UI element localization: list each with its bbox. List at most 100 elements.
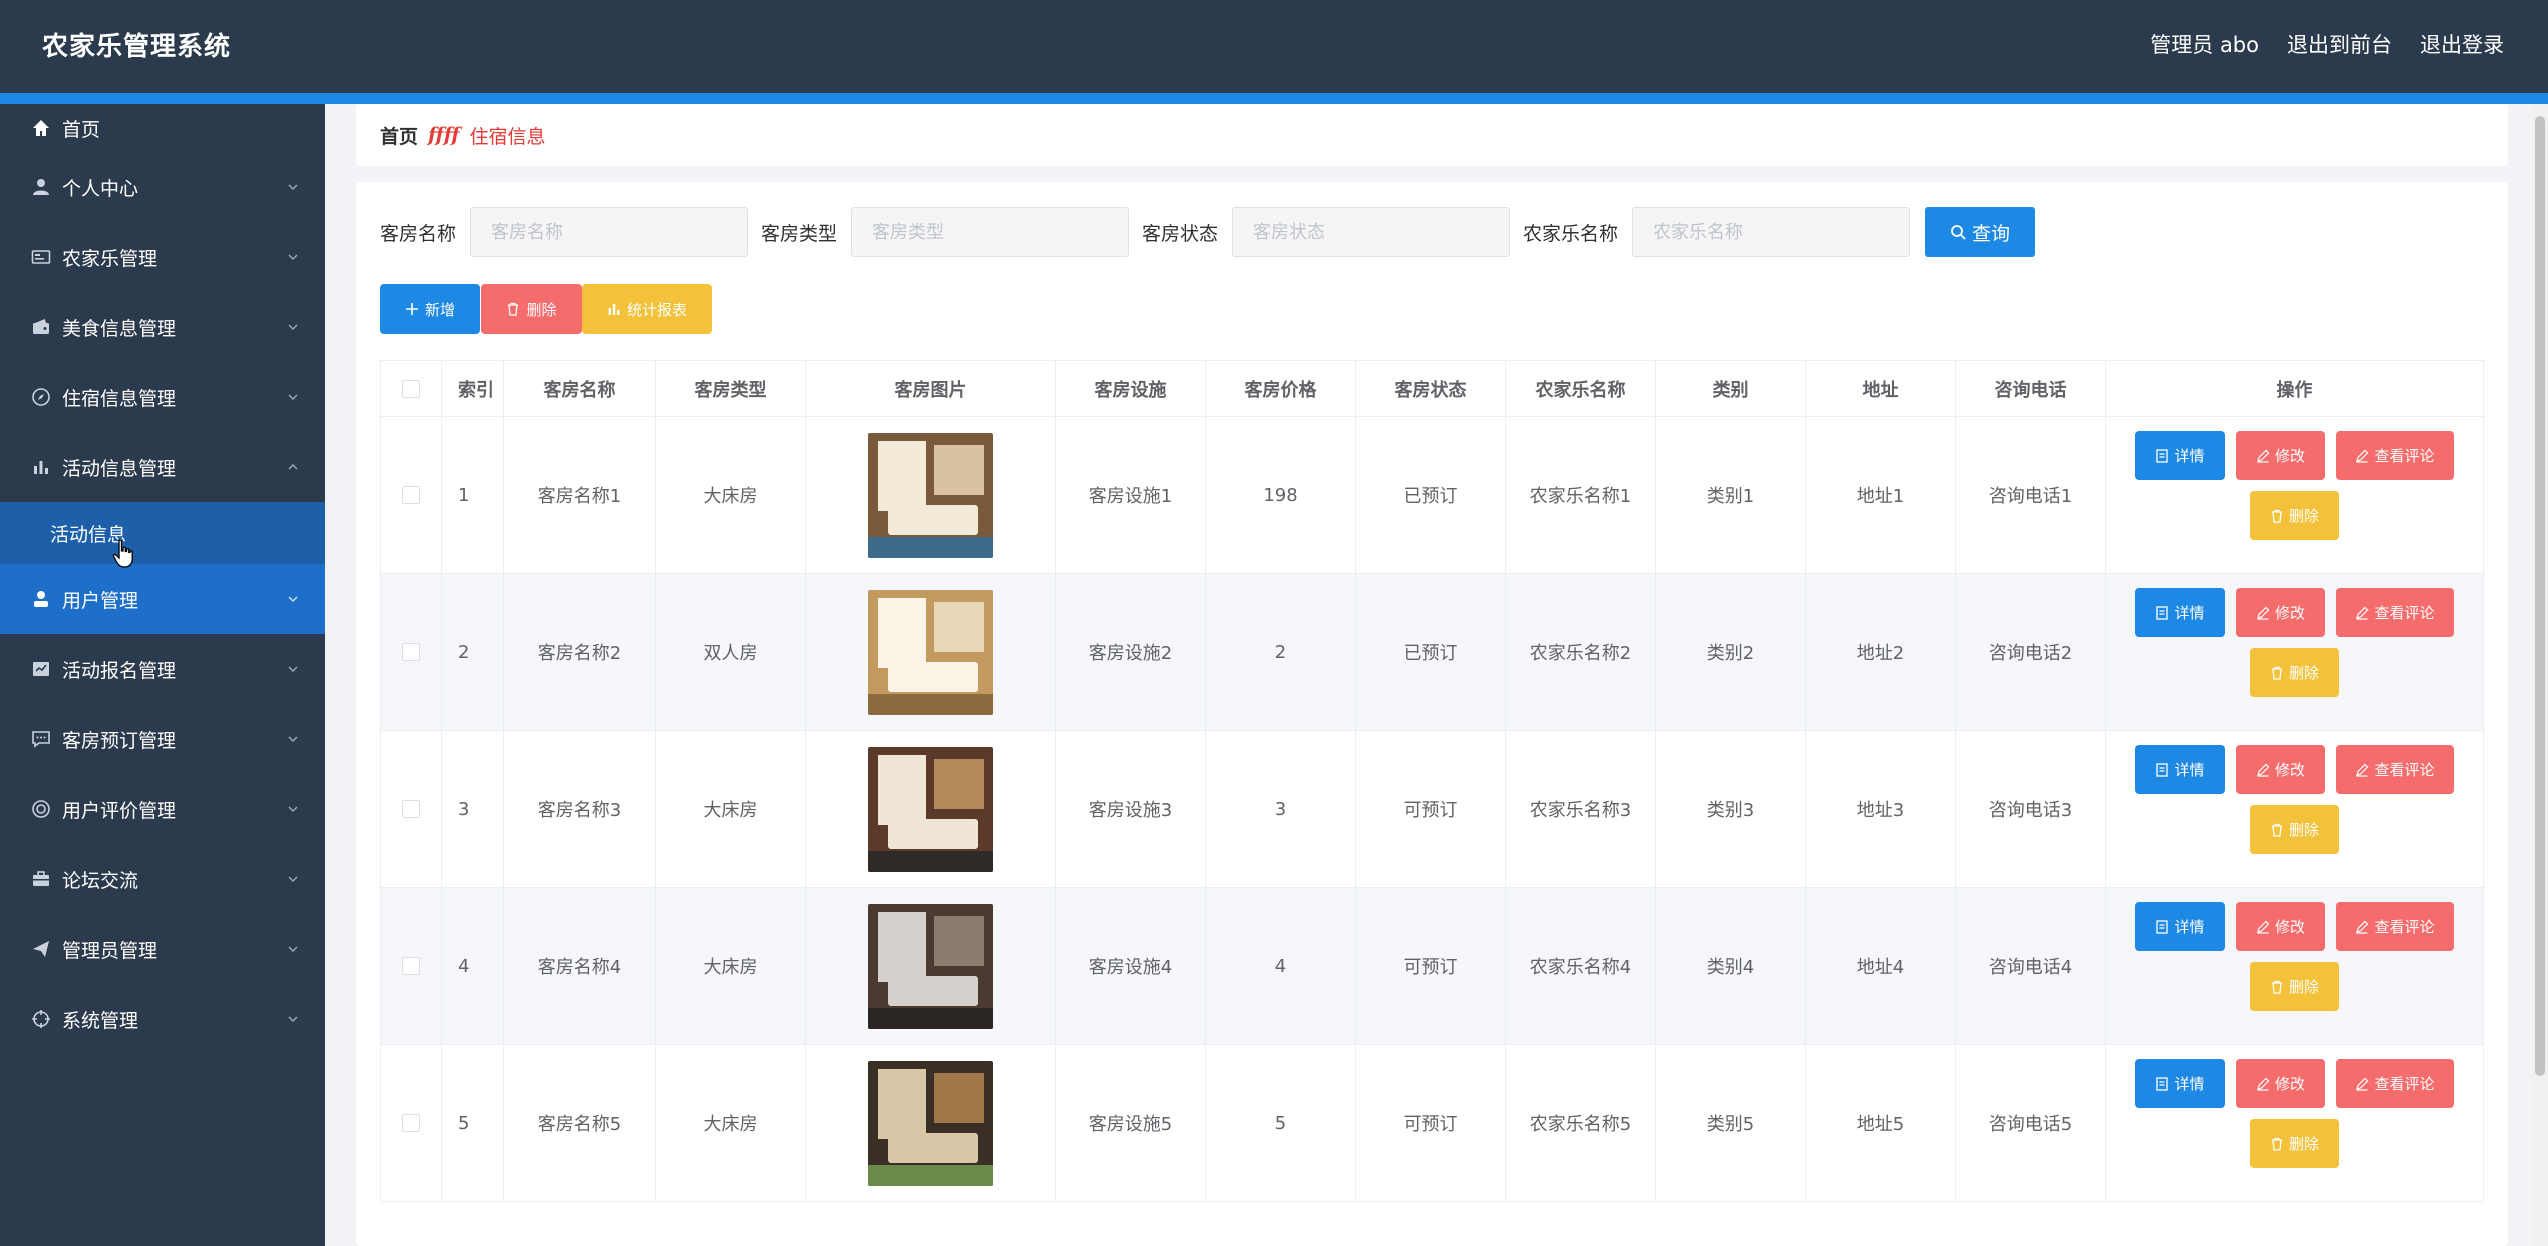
home-icon [30, 117, 52, 139]
cell-address: 地址2 [1806, 574, 1956, 730]
detail-button[interactable]: 详情 [2135, 431, 2225, 480]
column-header: 类别 [1656, 361, 1806, 416]
breadcrumb-home[interactable]: 首页 [380, 122, 418, 149]
detail-button[interactable]: 详情 [2135, 745, 2225, 794]
bar-chart-icon [30, 456, 52, 478]
room-photo[interactable] [868, 432, 993, 558]
sidebar-item-user-reviews[interactable]: 用户评价管理 [0, 774, 325, 844]
cell-room-image [806, 731, 1056, 887]
delete-button[interactable]: 删除 [2250, 805, 2339, 854]
sidebar-item-user-management[interactable]: 用户管理 [0, 564, 325, 634]
current-user[interactable]: 管理员 abo [2150, 29, 2259, 59]
room-photo[interactable] [868, 746, 993, 872]
cell-phone: 咨询电话1 [1956, 417, 2106, 573]
sidebar-item-forum[interactable]: 论坛交流 [0, 844, 325, 914]
pencil-icon [2257, 449, 2270, 463]
sidebar-subitem-activity-info[interactable]: 活动信息 [0, 502, 325, 564]
column-header: 索引 [442, 361, 504, 416]
sidebar-item-room-booking[interactable]: 客房预订管理 [0, 704, 325, 774]
cell-operations: 详情 修改 查看评论删除 [2106, 417, 2484, 573]
sidebar-item-label: 农家乐管理 [62, 247, 158, 270]
chevron-down-icon [288, 736, 298, 743]
edit-button[interactable]: 修改 [2236, 1059, 2325, 1108]
row-checkbox[interactable] [402, 1114, 420, 1132]
pencil-icon [2356, 449, 2369, 463]
cell-operations: 详情 修改 查看评论删除 [2106, 574, 2484, 730]
room-type-input[interactable] [851, 207, 1130, 257]
sidebar: 首页 个人中心 农家乐管理 美食信息管理 住宿信息管理 活动信息管理 活动信息 … [0, 104, 325, 1246]
view-reviews-button[interactable]: 查看评论 [2336, 588, 2454, 637]
cell-room-name: 客房名称4 [504, 888, 656, 1044]
header-checkbox-cell [381, 361, 442, 416]
pencil-icon [2356, 920, 2369, 934]
edit-button[interactable]: 修改 [2236, 902, 2325, 951]
sidebar-item-activity-management[interactable]: 活动信息管理 [0, 432, 325, 502]
row-checkbox[interactable] [402, 643, 420, 661]
row-checkbox[interactable] [402, 800, 420, 818]
chevron-down-icon [288, 1016, 298, 1023]
edit-button-label: 修改 [2274, 447, 2305, 465]
sidebar-item-system-management[interactable]: 系统管理 [0, 984, 325, 1054]
cell-index: 2 [442, 574, 504, 730]
cell-room-image [806, 888, 1056, 1044]
row-checkbox[interactable] [402, 957, 420, 975]
view-reviews-button[interactable]: 查看评论 [2336, 745, 2454, 794]
column-header: 客房图片 [806, 361, 1056, 416]
delete-button[interactable]: 删除 [2250, 1119, 2339, 1168]
view-reviews-button[interactable]: 查看评论 [2336, 902, 2454, 951]
detail-button[interactable]: 详情 [2135, 1059, 2225, 1108]
column-header: 客房类型 [656, 361, 806, 416]
chevron-down-icon [288, 946, 298, 953]
room-photo[interactable] [868, 903, 993, 1029]
cell-room-name: 客房名称2 [504, 574, 656, 730]
scrollbar-thumb[interactable] [2535, 116, 2545, 1076]
page-scrollbar[interactable] [2532, 104, 2548, 1246]
sidebar-item-admin-management[interactable]: 管理员管理 [0, 914, 325, 984]
edit-button[interactable]: 修改 [2236, 588, 2325, 637]
delete-button[interactable]: 删除 [2250, 962, 2339, 1011]
logout-link[interactable]: 退出登录 [2420, 29, 2504, 59]
batch-delete-button[interactable]: 删除 [481, 284, 582, 334]
query-button[interactable]: 查询 [1925, 207, 2036, 257]
view-reviews-button[interactable]: 查看评论 [2336, 431, 2454, 480]
trash-icon [2271, 1137, 2282, 1151]
cell-room-status: 已预订 [1356, 574, 1506, 730]
edit-button[interactable]: 修改 [2236, 431, 2325, 480]
delete-button[interactable]: 删除 [2250, 648, 2339, 697]
sidebar-item-lodging-management[interactable]: 住宿信息管理 [0, 362, 325, 432]
cell-room-status: 已预订 [1356, 417, 1506, 573]
delete-button-label: 删除 [2288, 821, 2319, 839]
document-icon [2156, 919, 2169, 934]
sidebar-item-activity-signup[interactable]: 活动报名管理 [0, 634, 325, 704]
document-icon [2156, 762, 2169, 777]
sidebar-item-home[interactable]: 首页 [0, 104, 325, 152]
row-checkbox[interactable] [402, 486, 420, 504]
briefcase-icon [30, 868, 52, 890]
chevron-down-icon [288, 596, 298, 603]
detail-button-label: 详情 [2174, 604, 2205, 622]
detail-button[interactable]: 详情 [2135, 902, 2225, 951]
farm-name-input[interactable] [1632, 207, 1911, 257]
delete-button[interactable]: 删除 [2250, 491, 2339, 540]
id-card-icon [30, 246, 52, 268]
view-reviews-button[interactable]: 查看评论 [2336, 1059, 2454, 1108]
bar-chart-icon [608, 304, 620, 315]
add-button[interactable]: 新增 [380, 284, 480, 334]
sidebar-item-label: 住宿信息管理 [62, 387, 177, 410]
sidebar-item-personal-center[interactable]: 个人中心 [0, 152, 325, 222]
view-reviews-button-label: 查看评论 [2374, 761, 2435, 779]
exit-to-front-link[interactable]: 退出到前台 [2287, 29, 2392, 59]
cell-room-status: 可预订 [1356, 888, 1506, 1044]
detail-button[interactable]: 详情 [2135, 588, 2225, 637]
edit-button[interactable]: 修改 [2236, 745, 2325, 794]
room-status-input[interactable] [1232, 207, 1511, 257]
cell-room-price: 4 [1206, 888, 1356, 1044]
sidebar-item-farm-management[interactable]: 农家乐管理 [0, 222, 325, 292]
room-photo[interactable] [868, 1060, 993, 1186]
room-name-input[interactable] [470, 207, 749, 257]
stats-report-button[interactable]: 统计报表 [582, 284, 712, 334]
room-photo[interactable] [868, 589, 993, 715]
select-all-checkbox[interactable] [402, 379, 420, 398]
breadcrumb: 首页 ffff 住宿信息 [356, 104, 2508, 166]
sidebar-item-food-management[interactable]: 美食信息管理 [0, 292, 325, 362]
